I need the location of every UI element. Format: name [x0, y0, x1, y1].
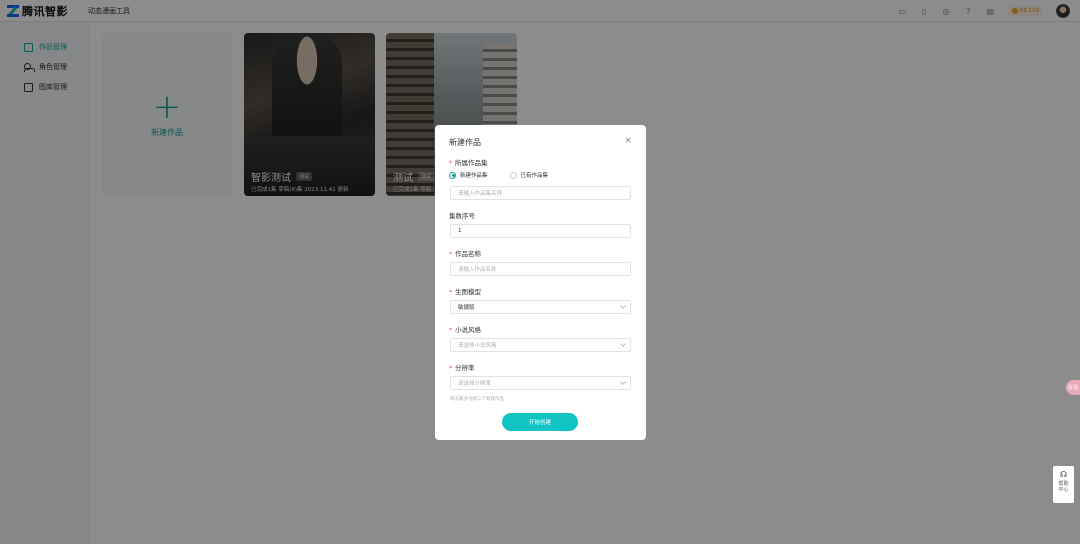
- episode-label: 集数序号: [449, 212, 475, 220]
- feedback-tab[interactable]: 反馈: [1066, 380, 1080, 395]
- collection-radio-group: 新建作品集 已有作品集: [449, 171, 548, 179]
- radio-new-collection[interactable]: 新建作品集: [449, 171, 488, 179]
- model-label: * 生图模型: [449, 288, 481, 296]
- limit-hint: 每天最多创建三个新建作品: [450, 397, 504, 402]
- close-icon[interactable]: ×: [624, 136, 632, 146]
- work-name-input[interactable]: 请输入作品名称: [450, 262, 631, 276]
- help-center-label: 帮助中心: [1058, 481, 1069, 493]
- style-label: * 小说风格: [449, 326, 481, 334]
- chevron-down-icon: [620, 303, 626, 309]
- model-select[interactable]: 敏捷版: [450, 300, 631, 314]
- dialog-title: 新建作品: [449, 138, 481, 147]
- start-create-button[interactable]: 开始创建: [502, 413, 578, 431]
- resolution-label: * 分辨率: [449, 364, 475, 372]
- chevron-down-icon: [620, 341, 626, 347]
- work-name-label: * 作品名称: [449, 250, 481, 258]
- episode-input[interactable]: 1: [450, 224, 631, 238]
- radio-dot: [449, 171, 456, 179]
- radio-existing-collection[interactable]: 已有作品集: [509, 171, 548, 179]
- feedback-label: 反馈: [1067, 385, 1078, 391]
- headset-icon: ☊: [1059, 470, 1068, 479]
- radio-dot: [509, 171, 517, 179]
- help-center-button[interactable]: ☊ 帮助中心: [1053, 466, 1074, 503]
- resolution-select[interactable]: 请选择分辨率: [450, 376, 631, 390]
- new-work-dialog: 新建作品 × * 所属作品集 新建作品集 已有作品集 请输入作品集名称 集数序号 …: [435, 125, 646, 440]
- style-select[interactable]: 请选择小说风格: [450, 338, 631, 352]
- collection-name-input[interactable]: 请输入作品集名称: [450, 186, 631, 200]
- collection-label: * 所属作品集: [449, 159, 488, 167]
- chevron-down-icon: [620, 379, 626, 385]
